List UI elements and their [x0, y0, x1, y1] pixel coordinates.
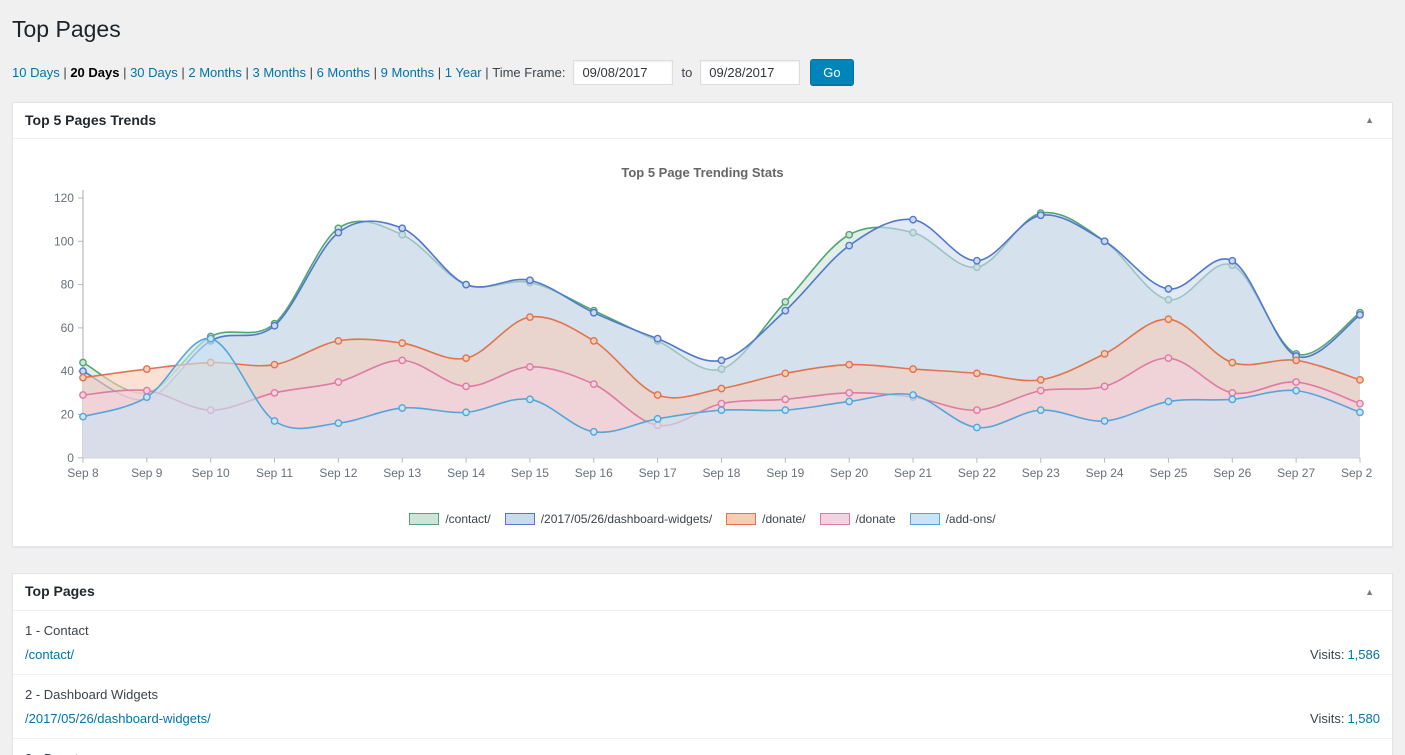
chart-title: Top 5 Page Trending Stats	[621, 165, 784, 181]
range-link-2-months[interactable]: 2 Months	[188, 65, 252, 80]
legend-swatch-icon	[726, 513, 757, 526]
visits-count-link[interactable]: 1,580	[1347, 711, 1380, 726]
svg-text:Sep 27: Sep 27	[1277, 466, 1315, 480]
legend-item-donate[interactable]: /donate/	[726, 512, 806, 527]
svg-text:80: 80	[61, 278, 75, 292]
range-link-3-months[interactable]: 3 Months	[252, 65, 316, 80]
svg-text:100: 100	[54, 235, 74, 249]
screen: Top Pages 10 Days20 Days30 Days2 Months3…	[0, 0, 1405, 755]
legend-item-add-ons[interactable]: /add-ons/	[909, 512, 996, 527]
list-item: 3 - Donate /donate/ Visits:939	[13, 739, 1392, 755]
legend-label: /add-ons/	[945, 512, 996, 527]
chart-legend: /contact/ /2017/05/26/dashboard-widgets/…	[33, 510, 1372, 542]
svg-text:Sep 22: Sep 22	[958, 466, 996, 480]
range-link-9-months[interactable]: 9 Months	[381, 65, 445, 80]
trends-panel-header[interactable]: Top 5 Pages Trends ▲	[13, 103, 1392, 140]
chart-area: Top 5 Page Trending Stats 0 20 40 60 80 100 12…	[13, 139, 1392, 546]
page-path-link[interactable]: /contact/	[25, 647, 74, 662]
svg-text:Sep 17: Sep 17	[639, 466, 677, 480]
range-link-10-days[interactable]: 10 Days	[12, 65, 70, 80]
legend-label: /donate	[855, 512, 896, 527]
svg-text:Sep 11: Sep 11	[256, 466, 293, 480]
legend-swatch-icon	[504, 513, 535, 526]
legend-label: /donate/	[762, 512, 806, 527]
svg-text:Sep 23: Sep 23	[1022, 466, 1060, 480]
svg-text:0: 0	[67, 451, 74, 465]
svg-text:Sep 12: Sep 12	[319, 466, 357, 480]
page-rank-title: 3 - Donate	[25, 751, 86, 755]
top-pages-panel: Top Pages ▲ 1 - Contact /contact/ Visits…	[12, 573, 1393, 755]
range-link-30-days[interactable]: 30 Days	[130, 65, 188, 80]
trend-chart[interactable]: 0 20 40 60 80 100 120 Sep 8 Sep 9 Sep 10 Sep 11 Sep…	[33, 182, 1372, 510]
svg-text:Sep 19: Sep 19	[766, 466, 804, 480]
page-rank-title: 2 - Dashboard Widgets	[25, 686, 158, 702]
collapse-arrow-icon: ▲	[1365, 586, 1374, 597]
page-title: Top Pages	[12, 16, 121, 42]
svg-text:Sep 20: Sep 20	[830, 466, 868, 480]
svg-text:Sep 14: Sep 14	[447, 466, 485, 480]
page-rank-title: 1 - Contact	[25, 622, 89, 638]
content-area: Top Pages 10 Days20 Days30 Days2 Months3…	[0, 0, 1405, 755]
date-to-input[interactable]	[700, 59, 801, 85]
svg-text:Sep 24: Sep 24	[1086, 466, 1124, 480]
svg-text:Sep 13: Sep 13	[383, 466, 421, 480]
date-from-input[interactable]	[573, 59, 674, 85]
svg-text:Sep 25: Sep 25	[1149, 466, 1187, 480]
visits-count-link[interactable]: 1,586	[1347, 647, 1380, 662]
list-item: 2 - Dashboard Widgets /2017/05/26/dashbo…	[13, 675, 1392, 739]
top-pages-list: 1 - Contact /contact/ Visits: 1,586 2 - D…	[13, 611, 1392, 755]
svg-text:Sep 21: Sep 21	[894, 466, 932, 480]
collapse-arrow-icon: ▲	[1365, 115, 1374, 126]
trends-panel: Top 5 Pages Trends ▲ Top 5 Page Trending…	[12, 101, 1393, 548]
range-link-6-months[interactable]: 6 Months	[317, 65, 381, 80]
svg-text:20: 20	[61, 408, 75, 422]
svg-text:Sep 16: Sep 16	[575, 466, 613, 480]
svg-text:Sep 9: Sep 9	[131, 466, 163, 480]
collapse-button[interactable]: ▲	[1359, 586, 1380, 599]
collapse-button[interactable]: ▲	[1359, 114, 1380, 127]
legend-swatch-icon	[819, 513, 850, 526]
to-label: to	[681, 64, 693, 80]
trends-panel-title: Top 5 Pages Trends	[25, 111, 157, 128]
legend-swatch-icon	[909, 513, 940, 526]
list-item: 1 - Contact /contact/ Visits: 1,586	[13, 611, 1392, 675]
svg-text:Sep 10: Sep 10	[192, 466, 230, 480]
page-path-link[interactable]: /2017/05/26/dashboard-widgets/	[25, 711, 211, 726]
legend-item-donate-2[interactable]: /donate	[819, 512, 896, 527]
top-pages-panel-header[interactable]: Top Pages ▲	[13, 574, 1392, 611]
legend-item-contact[interactable]: /contact/	[409, 512, 491, 527]
svg-text:Sep 26: Sep 26	[1213, 466, 1251, 480]
date-range-filter-bar: 10 Days20 Days30 Days2 Months3 Months6 M…	[12, 58, 1393, 86]
svg-text:40: 40	[61, 365, 75, 379]
svg-text:Sep 8: Sep 8	[67, 466, 99, 480]
svg-text:Sep 28: Sep 28	[1341, 466, 1372, 480]
go-button[interactable]: Go	[810, 58, 854, 86]
range-link-20-days[interactable]: 20 Days	[70, 65, 130, 80]
top-pages-panel-title: Top Pages	[25, 583, 95, 600]
visits-label: Visits:	[1310, 710, 1345, 726]
svg-text:Sep 15: Sep 15	[511, 466, 549, 480]
svg-text:120: 120	[54, 191, 74, 205]
legend-swatch-icon	[409, 513, 440, 526]
legend-label: /2017/05/26/dashboard-widgets/	[540, 512, 713, 527]
legend-item-dashboard-widgets[interactable]: /2017/05/26/dashboard-widgets/	[504, 512, 713, 527]
range-link-1-year[interactable]: 1 Year	[445, 65, 492, 80]
svg-text:Sep 18: Sep 18	[702, 466, 740, 480]
visits-label: Visits:	[1310, 646, 1345, 662]
time-frame-label: Time Frame:	[492, 64, 566, 80]
svg-text:60: 60	[61, 321, 75, 335]
legend-label: /contact/	[445, 512, 491, 527]
